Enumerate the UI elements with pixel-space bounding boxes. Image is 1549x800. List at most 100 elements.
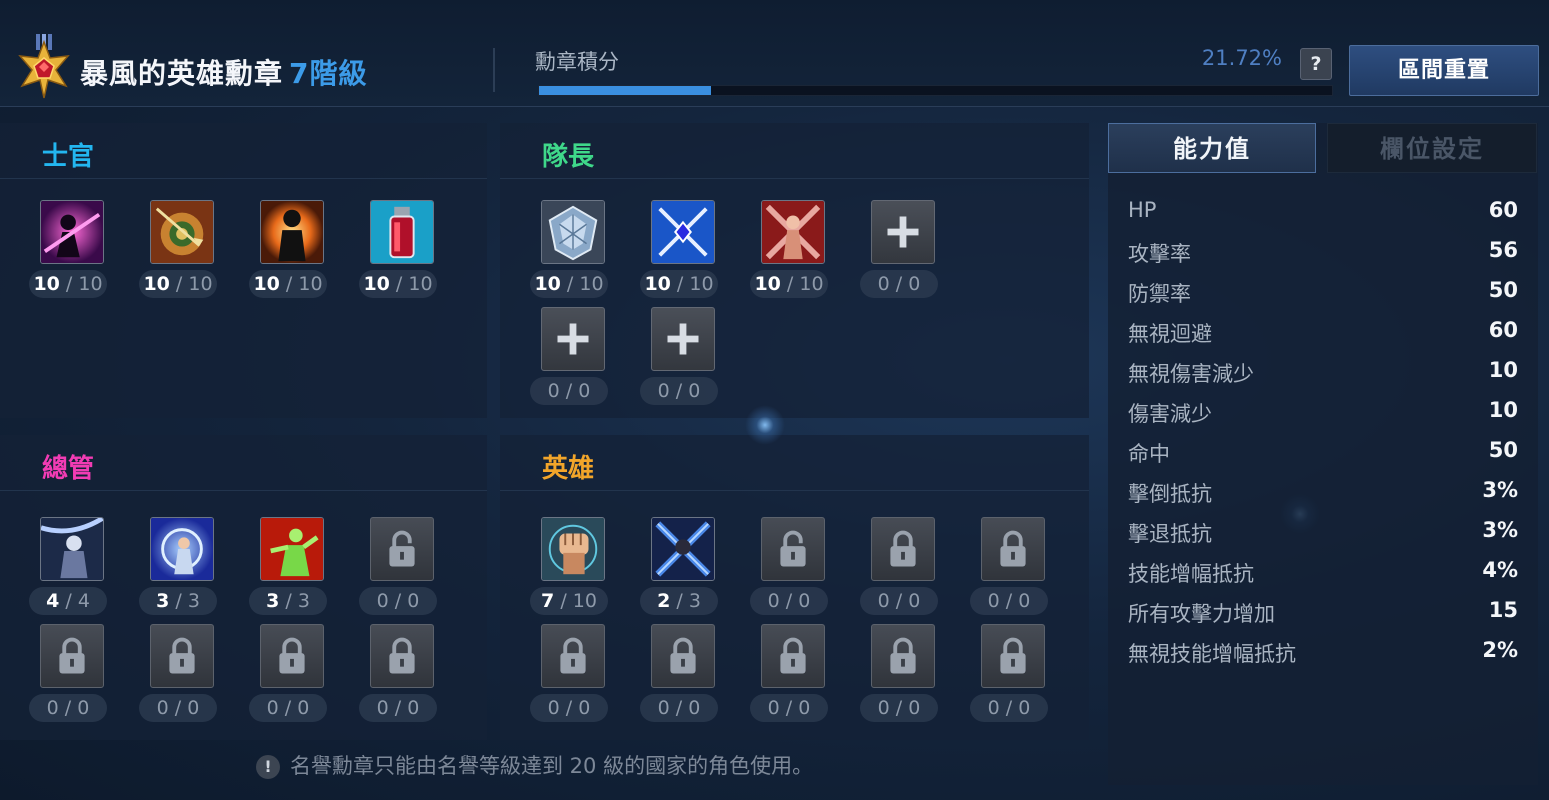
manager-slot[interactable]: 0 / 0 — [249, 624, 333, 724]
stat-row: 防禦率 50 — [1128, 278, 1518, 318]
stat-name: HP — [1128, 198, 1157, 222]
medal-icon — [14, 34, 74, 102]
plus-icon[interactable] — [651, 307, 715, 371]
officer-slot[interactable]: 10 / 10 — [249, 200, 333, 300]
tab-stats[interactable]: 能力值 — [1108, 123, 1316, 173]
dark-cross-icon[interactable] — [651, 517, 715, 581]
lock-open-icon[interactable] — [370, 517, 434, 581]
medal-title: 暴風的英雄勳章 7階級 — [80, 52, 368, 92]
manager-slot[interactable]: 0 / 0 — [139, 624, 223, 724]
slot-level-separator: / — [560, 273, 580, 295]
lock-icon[interactable] — [981, 624, 1045, 688]
slot-level-separator: / — [559, 380, 579, 402]
manager-slot[interactable]: 0 / 0 — [359, 624, 443, 724]
captain-slot[interactable]: 0 / 0 — [530, 307, 614, 407]
warning-icon: ! — [256, 755, 280, 779]
manager-slot[interactable]: 0 / 0 — [359, 517, 443, 617]
slot-current-level: 0 — [987, 590, 1000, 612]
captain-slot[interactable]: 0 / 0 — [860, 200, 944, 300]
hero-slot[interactable]: 0 / 0 — [750, 517, 834, 617]
slot-max-level: 0 — [407, 697, 420, 719]
stat-name: 無視傷害減少 — [1128, 362, 1254, 386]
lock-icon[interactable] — [541, 624, 605, 688]
slot-level-count: 0 / 0 — [970, 694, 1048, 722]
slot-current-level: 0 — [767, 590, 780, 612]
blue-vortex-icon[interactable] — [150, 517, 214, 581]
lock-icon[interactable] — [981, 517, 1045, 581]
hero-slot[interactable]: 0 / 0 — [640, 624, 724, 724]
warrior-strike-icon[interactable] — [761, 200, 825, 264]
slot-max-level: 3 — [688, 590, 701, 612]
shield-arrow-icon[interactable] — [150, 200, 214, 264]
officer-slot[interactable]: 10 / 10 — [139, 200, 223, 300]
slot-current-level: 3 — [156, 590, 170, 612]
slot-level-count: 10 / 10 — [359, 270, 437, 298]
slot-current-level: 0 — [987, 697, 1000, 719]
crossed-swords-gem-icon[interactable] — [651, 200, 715, 264]
tab-slot-settings[interactable]: 欄位設定 — [1327, 123, 1537, 173]
silhouette-flame-icon[interactable] — [260, 200, 324, 264]
slot-level-count: 0 / 0 — [860, 694, 938, 722]
dark-warrior-icon[interactable] — [40, 517, 104, 581]
slot-current-level: 2 — [657, 590, 671, 612]
lock-icon[interactable] — [871, 517, 935, 581]
slot-level-count: 10 / 10 — [530, 270, 608, 298]
crystal-shield-icon[interactable] — [541, 200, 605, 264]
lock-icon[interactable] — [40, 624, 104, 688]
slot-level-count: 10 / 10 — [29, 270, 107, 298]
slot-level-count: 0 / 0 — [359, 587, 437, 615]
slot-max-level: 0 — [798, 697, 811, 719]
fist-icon[interactable] — [541, 517, 605, 581]
lock-open-icon[interactable] — [761, 517, 825, 581]
slot-max-level: 0 — [407, 590, 420, 612]
manager-slot[interactable]: 3 / 3 — [249, 517, 333, 617]
manager-slot[interactable]: 4 / 4 — [29, 517, 113, 617]
slot-current-level: 0 — [767, 697, 780, 719]
stat-row: 技能增幅抵抗 4% — [1128, 558, 1518, 598]
hero-slot[interactable]: 2 / 3 — [640, 517, 724, 617]
lock-icon[interactable] — [651, 624, 715, 688]
hero-slot[interactable]: 0 / 0 — [860, 624, 944, 724]
manager-slot[interactable]: 0 / 0 — [29, 624, 113, 724]
plus-icon[interactable] — [541, 307, 605, 371]
captain-slot[interactable]: 10 / 10 — [750, 200, 834, 300]
hero-slot[interactable]: 0 / 0 — [860, 517, 944, 617]
slot-current-level: 0 — [376, 590, 389, 612]
red-potion-icon[interactable] — [370, 200, 434, 264]
captain-slot[interactable]: 0 / 0 — [640, 307, 724, 407]
hero-slot[interactable]: 0 / 0 — [970, 517, 1054, 617]
officer-slot[interactable]: 10 / 10 — [29, 200, 113, 300]
lock-icon[interactable] — [150, 624, 214, 688]
lock-icon[interactable] — [260, 624, 324, 688]
stat-value: 56 — [1488, 238, 1518, 262]
manager-slot[interactable]: 3 / 3 — [139, 517, 223, 617]
stat-value: 10 — [1488, 358, 1518, 382]
slot-level-count: 0 / 0 — [860, 270, 938, 298]
captain-slot[interactable]: 10 / 10 — [640, 200, 724, 300]
slot-level-separator: / — [58, 697, 78, 719]
lock-icon[interactable] — [871, 624, 935, 688]
slot-level-count: 0 / 0 — [530, 694, 608, 722]
lock-icon[interactable] — [761, 624, 825, 688]
dark-figure-slash-icon[interactable] — [40, 200, 104, 264]
help-button[interactable]: ? — [1300, 48, 1332, 80]
hero-slot[interactable]: 0 / 0 — [750, 624, 834, 724]
plus-icon[interactable] — [871, 200, 935, 264]
slot-level-count: 3 / 3 — [139, 587, 217, 615]
green-fighter-icon[interactable] — [260, 517, 324, 581]
stat-row: 擊退抵抗 3% — [1128, 518, 1518, 558]
hero-slot[interactable]: 0 / 0 — [970, 624, 1054, 724]
hero-slot[interactable]: 0 / 0 — [530, 624, 614, 724]
reset-button[interactable]: 區間重置 — [1349, 45, 1539, 96]
manager-header: 總管 — [0, 435, 487, 491]
stat-value: 15 — [1488, 598, 1518, 622]
slot-current-level: 10 — [363, 273, 390, 295]
captain-slot[interactable]: 10 / 10 — [530, 200, 614, 300]
hero-slot[interactable]: 7 / 10 — [530, 517, 614, 617]
stat-value: 4% — [1482, 558, 1518, 582]
officer-slot[interactable]: 10 / 10 — [359, 200, 443, 300]
lock-icon[interactable] — [370, 624, 434, 688]
slot-max-level: 4 — [77, 590, 90, 612]
medal-points-label: 勳章積分 — [535, 50, 619, 74]
stat-row: 命中 50 — [1128, 438, 1518, 478]
